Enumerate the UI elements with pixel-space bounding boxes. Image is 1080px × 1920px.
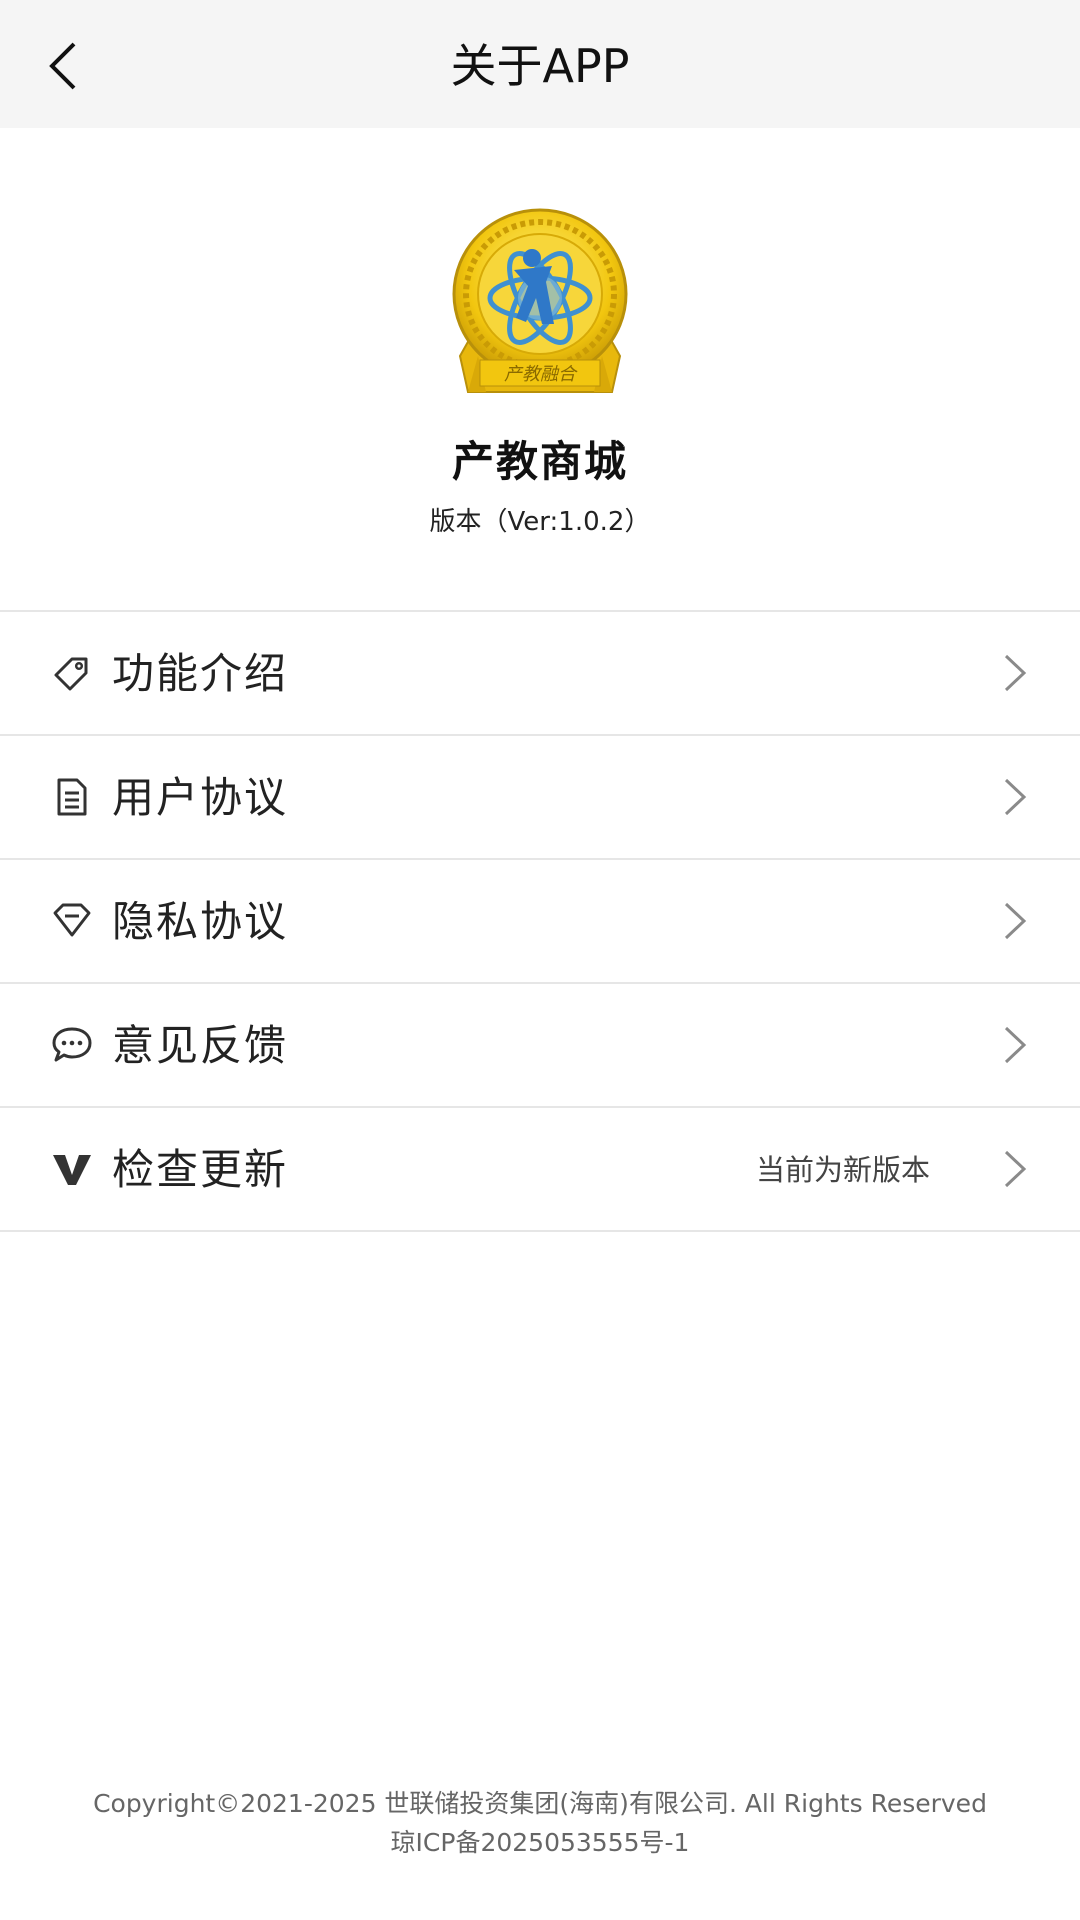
app-version: 版本（Ver:1.0.2） <box>429 507 651 537</box>
menu-item-privacy-policy[interactable]: 隐私协议 <box>0 860 1080 984</box>
menu-item-feedback[interactable]: 意见反馈 <box>0 984 1080 1108</box>
chevron-right-icon <box>1004 1150 1027 1188</box>
chat-bubble-icon <box>48 1021 96 1069</box>
menu-item-label: 隐私协议 <box>112 897 289 946</box>
page-title: 关于APP <box>450 39 630 93</box>
diamond-icon <box>48 897 96 945</box>
top-bar: 关于APP <box>0 0 1080 128</box>
menu-item-features[interactable]: 功能介绍 <box>0 612 1080 736</box>
chevron-right-icon <box>1004 902 1027 940</box>
chevron-right-icon <box>1004 1026 1027 1064</box>
menu-item-label: 意见反馈 <box>112 1021 289 1070</box>
icp-license-text: 琼ICP备2025053555号-1 <box>390 1828 690 1857</box>
menu-item-label: 检查更新 <box>112 1145 289 1194</box>
document-icon <box>48 773 96 821</box>
app-name: 产教商城 <box>451 437 628 486</box>
chevron-right-icon <box>1004 654 1027 692</box>
logo-lettering: 产教融合 <box>504 364 578 385</box>
menu-item-check-update[interactable]: 检查更新 当前为新版本 <box>0 1108 1080 1232</box>
version-status-text: 当前为新版本 <box>755 1153 930 1187</box>
chevron-right-icon <box>1004 778 1027 816</box>
copyright-text: Copyright©2021-2025 世联储投资集团(海南)有限公司. All… <box>93 1789 987 1818</box>
menu-item-user-agreement[interactable]: 用户协议 <box>0 736 1080 860</box>
app-logo: 产教融合 <box>450 206 630 398</box>
menu-item-label: 功能介绍 <box>112 649 289 698</box>
settings-menu: 功能介绍 用户协议 隐私协议 意见反馈 检查更新 当前为新版本 <box>0 610 1080 1232</box>
menu-item-label: 用户协议 <box>112 773 289 822</box>
tag-icon <box>48 649 96 697</box>
v-letter-icon <box>48 1145 96 1193</box>
